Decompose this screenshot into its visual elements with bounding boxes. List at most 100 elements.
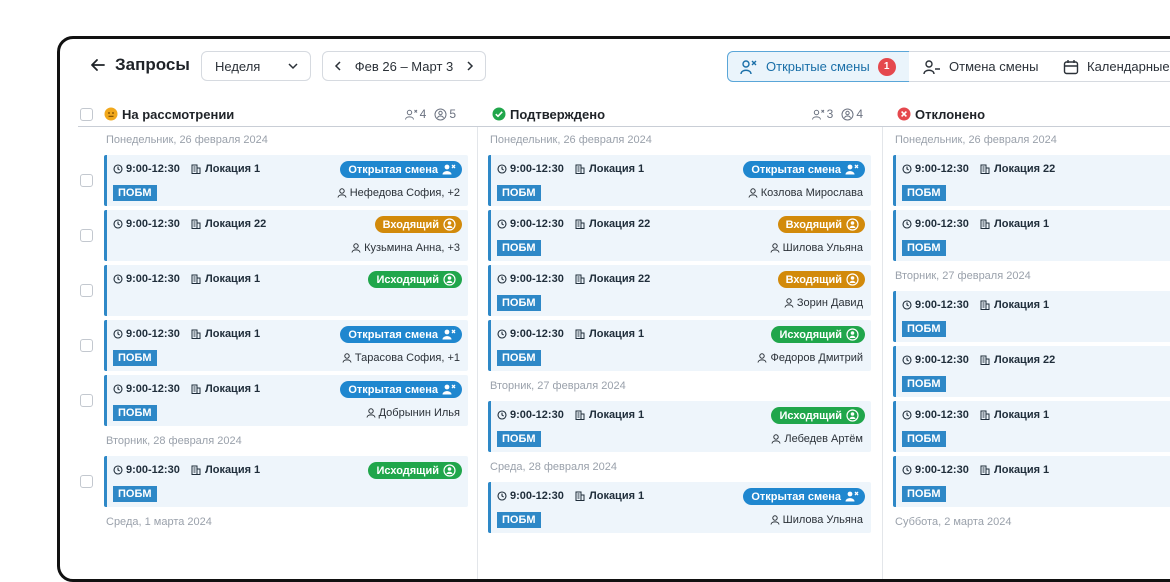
shift-card[interactable]: 9:00-12:30 Локация 22 ПОБМ Входящий Шилова У… (488, 210, 871, 261)
shift-card[interactable]: 9:00-12:30 Локация 1 ПОБМ Исходящий (104, 456, 468, 507)
building-icon (575, 329, 585, 339)
person-icon (771, 434, 781, 444)
row-checkbox[interactable] (80, 284, 93, 297)
row-checkbox[interactable] (80, 339, 93, 352)
shift-location-text: Локация 22 (994, 163, 1056, 175)
shift-time-text: 9:00-12:30 (915, 464, 969, 476)
shift-card[interactable]: 9:00-12:30 Локация 1 ПОБМ (893, 210, 1170, 261)
date-range-label: Фев 26 – Март 3 (354, 58, 454, 74)
date-group-label: Вторник, 27 февраля 2024 (490, 380, 626, 392)
tab-cancel-shift-label: Отмена смены (949, 59, 1039, 74)
tab-calendar[interactable]: Календарные (1049, 51, 1170, 82)
shift-location-text: Локация 22 (994, 354, 1056, 366)
request-type-label: Исходящий (376, 273, 439, 286)
shift-card[interactable]: 9:00-12:30 Локация 1 ПОБМ (893, 401, 1170, 452)
request-type-label: Открытая смена (751, 163, 841, 176)
shift-time-text: 9:00-12:30 (510, 218, 564, 230)
building-icon (191, 384, 201, 394)
row-checkbox[interactable] (80, 394, 93, 407)
role-tag: ПОБМ (113, 350, 157, 366)
chevron-right-icon[interactable] (463, 59, 477, 73)
request-type-label: Исходящий (376, 464, 439, 477)
request-type-label: Входящий (785, 273, 842, 286)
shift-location: Локация 1 (980, 299, 1049, 311)
shift-time-text: 9:00-12:30 (915, 299, 969, 311)
shift-time-text: 9:00-12:30 (126, 464, 180, 476)
column-divider (477, 127, 478, 579)
shift-location: Локация 1 (575, 490, 644, 502)
role-tag: ПОБМ (497, 240, 541, 256)
shift-time: 9:00-12:30 (497, 409, 564, 421)
person-icon (770, 243, 780, 253)
shift-time: 9:00-12:30 (497, 490, 564, 502)
shift-card[interactable]: 9:00-12:30 Локация 1 ПОБМ Открытая смена Тар… (104, 320, 468, 371)
clock-icon (902, 465, 912, 475)
shift-card[interactable]: 9:00-12:30Локация 22ПОБМА (893, 346, 1170, 397)
clock-icon (497, 410, 507, 420)
assignee: Зорин Давид (784, 297, 863, 309)
shift-location-text: Локация 1 (589, 163, 645, 175)
date-group-label: Вторник, 27 февраля 2024 (895, 270, 1031, 282)
role-tag: ПОБМ (113, 486, 157, 502)
tab-cancel-shift[interactable]: Отмена смены (909, 51, 1050, 82)
building-icon (191, 164, 201, 174)
shift-card[interactable]: 9:00-12:30 Локация 22 ПОБМ (893, 155, 1170, 206)
shift-card[interactable]: 9:00-12:30 Локация 1 Исходящий (104, 265, 468, 316)
row-checkbox[interactable] (80, 475, 93, 488)
shift-card[interactable]: 9:00-12:30 Локация 22 ПОБМ Входящий Зорин Да… (488, 265, 871, 316)
shift-time-text: 9:00-12:30 (510, 490, 564, 502)
role-tag: ПОБМ (497, 431, 541, 447)
person-icon (770, 515, 780, 525)
back-arrow-icon[interactable] (88, 55, 108, 75)
check-circle-icon (492, 107, 506, 121)
shift-time-text: 9:00-12:30 (126, 328, 180, 340)
shift-card[interactable]: 9:00-12:30Локация 1ПОБМОт (893, 291, 1170, 342)
chevron-left-icon[interactable] (331, 59, 345, 73)
person-icon (337, 188, 347, 198)
shift-card[interactable]: 9:00-12:30 Локация 1 ПОБМ Открытая смена Коз… (488, 155, 871, 206)
swap-count: 5 (449, 107, 456, 121)
building-icon (980, 300, 990, 310)
swap-person-icon (443, 464, 456, 477)
building-icon (191, 329, 201, 339)
shift-card[interactable]: 9:00-12:30 Локация 1 ПОБМ Исходящий Федоров … (488, 320, 871, 371)
role-tag: ПОБМ (497, 512, 541, 528)
row-checkbox[interactable] (80, 174, 93, 187)
shift-time-text: 9:00-12:30 (510, 328, 564, 340)
role-tag: ПОБМ (113, 405, 157, 421)
request-type-badge: Исходящий (771, 326, 865, 343)
request-type-label: Исходящий (779, 328, 842, 341)
clock-icon (113, 384, 123, 394)
building-icon (980, 355, 990, 365)
shift-card[interactable]: 9:00-12:30 Локация 22 Входящий Кузьмина Анн… (104, 210, 468, 261)
person-add-icon (442, 164, 456, 175)
assignee-name: Шилова Ульяна (782, 242, 863, 254)
shift-location-text: Локация 1 (994, 218, 1050, 230)
shift-location-text: Локация 1 (205, 273, 261, 285)
tab-open-shifts[interactable]: Открытые смены 1 (727, 51, 910, 82)
role-tag: ПОБМ (497, 350, 541, 366)
period-select[interactable]: Неделя (201, 51, 311, 81)
shift-card[interactable]: 9:00-12:30 Локация 1 ПОБМ (893, 456, 1170, 507)
column-title: Отклонено (915, 106, 986, 122)
shift-time-text: 9:00-12:30 (126, 218, 180, 230)
people-icon (811, 109, 824, 120)
shift-card[interactable]: 9:00-12:30 Локация 1 ПОБМ Открытая смена Шил… (488, 482, 871, 533)
shift-location-text: Локация 22 (589, 218, 651, 230)
building-icon (980, 164, 990, 174)
shift-time: 9:00-12:30 (113, 328, 180, 340)
shift-card[interactable]: 9:00-12:30 Локация 1 ПОБМ Открытая смена Доб… (104, 375, 468, 426)
role-tag: ПОБМ (113, 185, 157, 201)
shift-card[interactable]: 9:00-12:30 Локация 1 ПОБМ Открытая смена Неф… (104, 155, 468, 206)
select-all-checkbox[interactable] (80, 108, 93, 121)
clock-icon (902, 355, 912, 365)
shift-location: Локация 1 (980, 218, 1049, 230)
clock-icon (902, 164, 912, 174)
swap-icon (841, 108, 854, 120)
shift-card[interactable]: 9:00-12:30 Локация 1 ПОБМ Исходящий Лебедев … (488, 401, 871, 452)
people-count: 3 (826, 107, 834, 121)
shift-location-text: Локация 1 (589, 328, 645, 340)
person-icon (366, 408, 376, 418)
shift-location: Локация 1 (980, 464, 1049, 476)
row-checkbox[interactable] (80, 229, 93, 242)
